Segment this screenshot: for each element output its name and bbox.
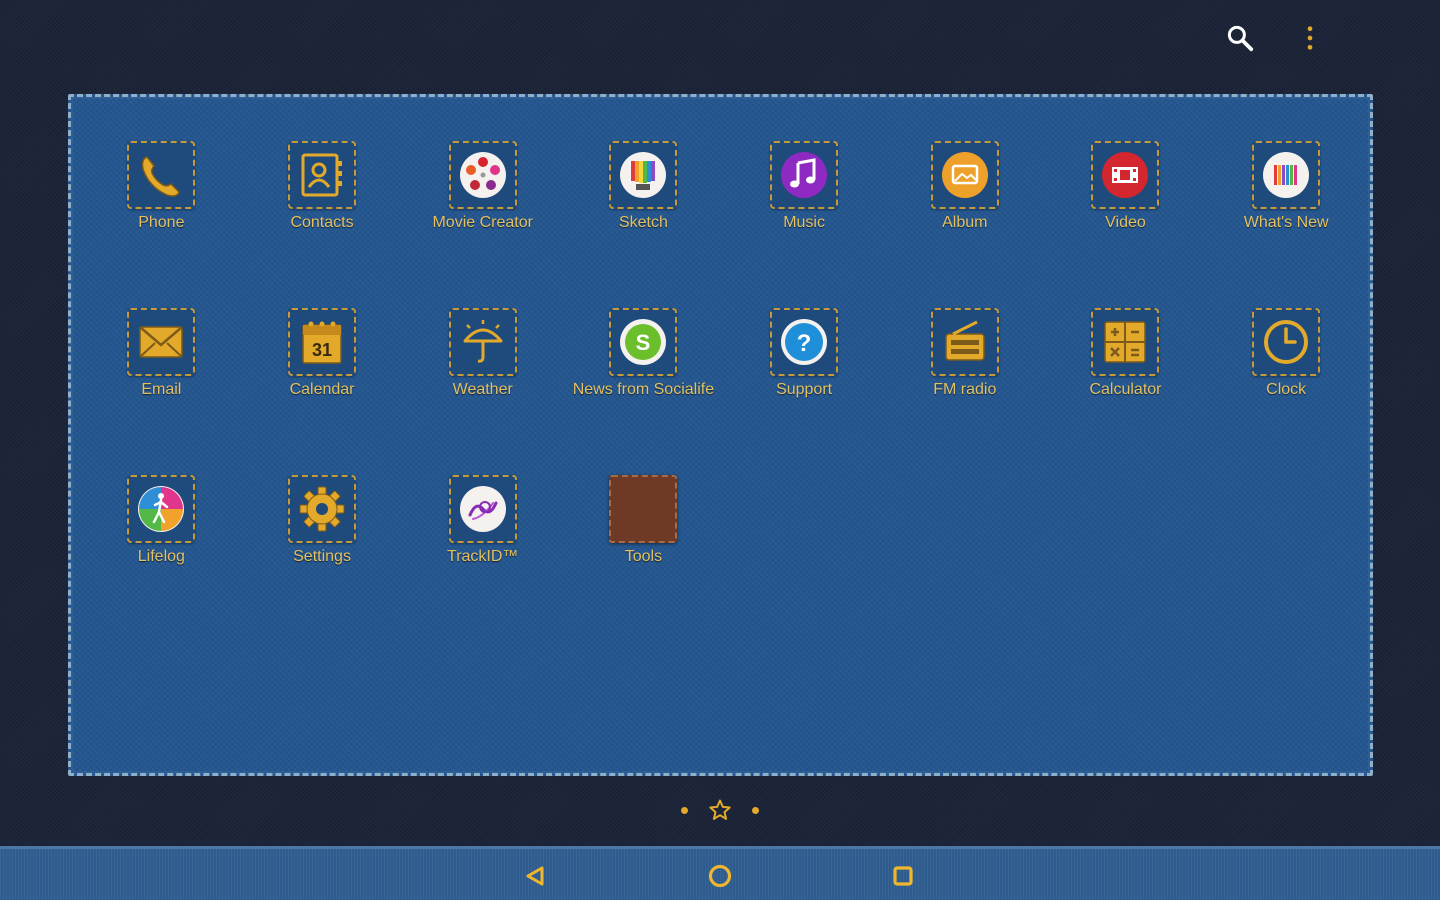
app-label: Weather [452,381,513,398]
app-settings[interactable]: Settings [242,475,403,642]
app-tools-folder[interactable]: Tools [563,475,724,642]
app-label: Email [141,381,182,398]
app-trackid[interactable]: TrackID™ [402,475,563,642]
app-label: Music [783,214,825,231]
app-calculator[interactable]: Calculator [1045,308,1206,475]
page-dot[interactable] [681,806,688,814]
more-vert-icon [1307,26,1313,50]
app-support[interactable]: ? Support [724,308,885,475]
contacts-icon [301,153,343,197]
app-grid: Phone Contacts Movie Creator Sketch Musi… [81,141,1367,642]
app-movie-creator[interactable]: Movie Creator [402,141,563,308]
app-label: Sketch [618,214,668,231]
app-label: Support [776,381,833,398]
music-icon [781,152,828,198]
app-clock[interactable]: Clock [1206,308,1367,475]
app-phone[interactable]: Phone [81,141,242,308]
top-action-bar [1222,20,1328,56]
app-email[interactable]: Email [81,308,242,475]
home-button[interactable] [705,861,735,891]
back-button[interactable] [520,861,550,891]
app-label: Lifelog [137,548,185,565]
svg-text:S: S [636,330,651,355]
recents-button[interactable] [888,861,918,891]
fm-radio-icon [945,320,985,361]
app-label: Calendar [289,381,355,398]
app-video[interactable]: Video [1045,141,1206,308]
app-label: News from Socialife [572,381,715,398]
app-drawer-panel: Phone Contacts Movie Creator Sketch Musi… [68,94,1373,776]
trackid-icon [459,486,506,532]
support-icon: ? [781,319,828,365]
app-sketch[interactable]: Sketch [563,141,724,308]
album-icon [941,152,988,198]
page-dot[interactable] [752,806,759,814]
video-icon [1102,152,1149,198]
sketch-icon [620,152,667,198]
gear-icon [299,486,345,532]
overflow-menu-button[interactable] [1292,20,1328,56]
app-label: Calculator [1089,381,1162,398]
app-socialife[interactable]: S News from Socialife [563,308,724,475]
app-label: What's New [1243,214,1329,231]
lifelog-icon [138,486,185,532]
app-label: Tools [624,548,663,565]
app-weather[interactable]: Weather [402,308,563,475]
back-triangle-icon [526,866,544,886]
search-icon [1227,25,1254,52]
app-label: Phone [138,214,185,231]
app-label: Video [1105,214,1146,231]
movie-creator-icon [459,152,506,198]
email-icon [139,326,184,358]
app-label: Movie Creator [432,214,533,231]
recents-square-icon [893,866,913,886]
navigation-bar [0,846,1440,900]
app-label: Album [942,214,988,231]
svg-text:31: 31 [312,340,332,360]
star-icon[interactable] [708,798,732,822]
home-circle-icon [708,864,732,888]
app-calendar[interactable]: 31 Calendar [242,308,403,475]
page-indicator [0,798,1440,822]
clock-icon [1264,320,1309,364]
socialife-icon: S [620,319,667,365]
svg-text:?: ? [797,330,812,357]
app-label: Settings [293,548,351,565]
folder-icon [609,475,678,543]
app-label: Clock [1266,381,1307,398]
app-contacts[interactable]: Contacts [242,141,403,308]
calculator-icon [1104,321,1147,363]
app-music[interactable]: Music [724,141,885,308]
app-label: TrackID™ [447,548,519,565]
weather-icon [463,320,503,363]
whats-new-icon [1263,152,1310,198]
app-fm-radio[interactable]: FM radio [884,308,1045,475]
app-whats-new[interactable]: What's New [1206,141,1367,308]
phone-icon [142,156,181,197]
app-label: Contacts [290,214,354,231]
app-lifelog[interactable]: Lifelog [81,475,242,642]
search-button[interactable] [1222,20,1258,56]
calendar-icon: 31 [302,321,342,364]
app-album[interactable]: Album [884,141,1045,308]
app-label: FM radio [933,381,997,398]
